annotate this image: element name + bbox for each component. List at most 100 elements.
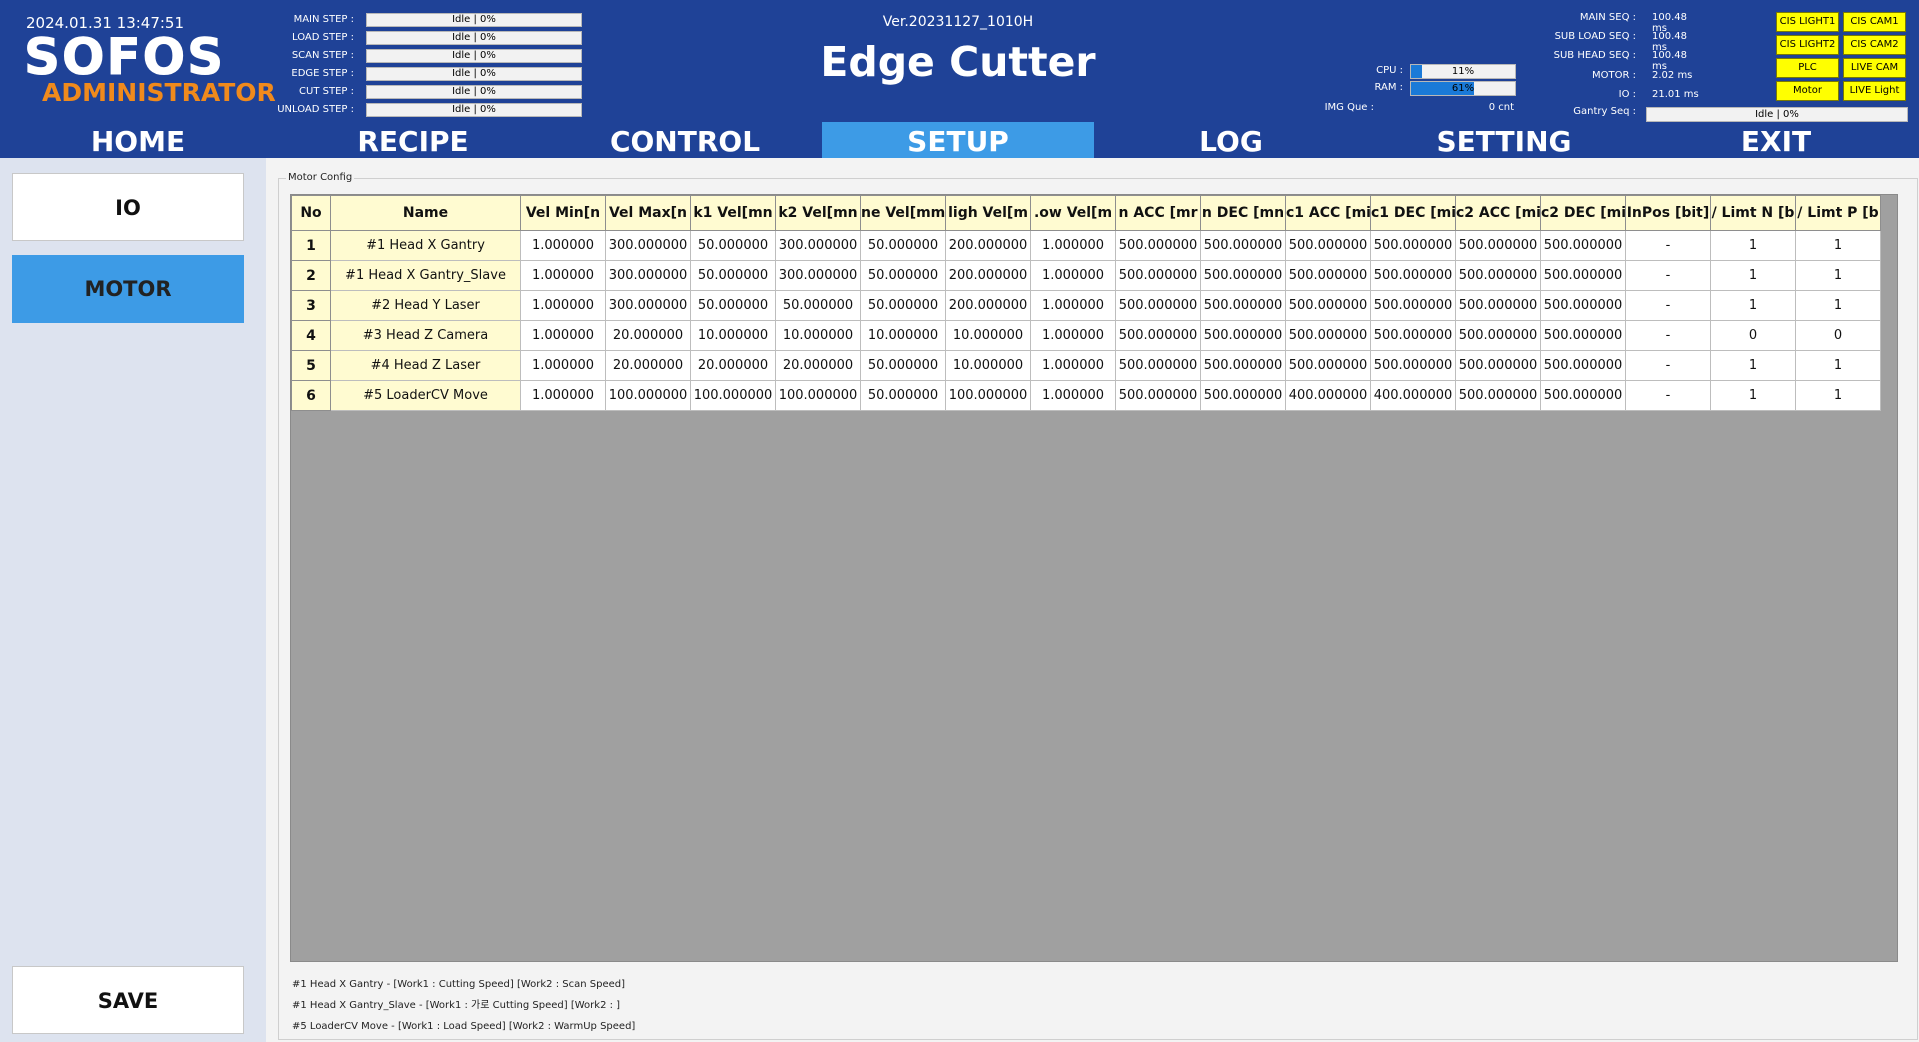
table-cell[interactable]: - bbox=[1625, 290, 1711, 321]
table-cell[interactable]: 50.000000 bbox=[690, 230, 776, 261]
table-cell[interactable]: 300.000000 bbox=[605, 290, 691, 321]
indicator-motor[interactable]: Motor bbox=[1776, 81, 1839, 101]
table-cell[interactable]: 10.000000 bbox=[775, 320, 861, 351]
column-header[interactable]: c2 DEC [mi bbox=[1540, 195, 1626, 231]
table-cell[interactable]: 500.000000 bbox=[1285, 320, 1371, 351]
table-cell[interactable]: 20.000000 bbox=[605, 350, 691, 381]
motor-name-cell[interactable]: #4 Head Z Laser bbox=[330, 350, 521, 381]
tab-setup[interactable]: SETUP bbox=[822, 122, 1094, 158]
motor-name-cell[interactable]: #1 Head X Gantry bbox=[330, 230, 521, 261]
motor-button[interactable]: MOTOR bbox=[12, 255, 244, 323]
column-header[interactable]: c1 DEC [mi bbox=[1370, 195, 1456, 231]
table-cell[interactable]: 1.000000 bbox=[520, 380, 606, 411]
row-number-cell[interactable]: 2 bbox=[291, 260, 331, 291]
column-header[interactable]: c2 ACC [mi bbox=[1455, 195, 1541, 231]
table-row[interactable]: 1 #1 Head X Gantry 1.000000 300.000000 50.00… bbox=[291, 230, 1881, 261]
table-cell[interactable]: 1.000000 bbox=[1030, 290, 1116, 321]
table-cell[interactable]: 500.000000 bbox=[1370, 260, 1456, 291]
table-cell[interactable]: 500.000000 bbox=[1540, 230, 1626, 261]
indicator-cis-cam2[interactable]: CIS CAM2 bbox=[1843, 35, 1906, 55]
column-header[interactable]: n ACC [mr bbox=[1115, 195, 1201, 231]
column-header[interactable]: Vel Min[n bbox=[520, 195, 606, 231]
table-cell[interactable]: 1 bbox=[1710, 380, 1796, 411]
table-cell[interactable]: 1 bbox=[1710, 230, 1796, 261]
table-cell[interactable]: 50.000000 bbox=[775, 290, 861, 321]
table-cell[interactable]: 1 bbox=[1710, 260, 1796, 291]
table-cell[interactable]: 200.000000 bbox=[945, 260, 1031, 291]
motor-name-cell[interactable]: #1 Head X Gantry_Slave bbox=[330, 260, 521, 291]
table-row[interactable]: 2 #1 Head X Gantry_Slave 1.000000 300.00000… bbox=[291, 260, 1881, 291]
save-button[interactable]: SAVE bbox=[12, 966, 244, 1034]
table-cell[interactable]: 1.000000 bbox=[1030, 230, 1116, 261]
table-cell[interactable]: 500.000000 bbox=[1370, 350, 1456, 381]
table-cell[interactable]: 500.000000 bbox=[1200, 230, 1286, 261]
table-cell[interactable]: 1.000000 bbox=[1030, 320, 1116, 351]
table-cell[interactable]: 1.000000 bbox=[1030, 260, 1116, 291]
table-cell[interactable]: 500.000000 bbox=[1115, 350, 1201, 381]
table-row[interactable]: 6 #5 LoaderCV Move 1.000000 100.000000 100.0… bbox=[291, 380, 1881, 411]
tab-exit[interactable]: EXIT bbox=[1640, 122, 1912, 158]
table-cell[interactable]: 1 bbox=[1795, 260, 1881, 291]
table-cell[interactable]: 500.000000 bbox=[1200, 290, 1286, 321]
table-cell[interactable]: 1.000000 bbox=[520, 350, 606, 381]
table-cell[interactable]: 50.000000 bbox=[860, 260, 946, 291]
table-cell[interactable]: 1 bbox=[1710, 290, 1796, 321]
column-header[interactable]: No bbox=[291, 195, 331, 231]
table-cell[interactable]: 500.000000 bbox=[1370, 320, 1456, 351]
indicator-cis-light1[interactable]: CIS LIGHT1 bbox=[1776, 12, 1839, 32]
table-cell[interactable]: 500.000000 bbox=[1540, 320, 1626, 351]
table-cell[interactable]: - bbox=[1625, 260, 1711, 291]
column-header[interactable]: k2 Vel[mn bbox=[775, 195, 861, 231]
table-cell[interactable]: 500.000000 bbox=[1200, 260, 1286, 291]
column-header[interactable]: / Limt P [b bbox=[1795, 195, 1881, 231]
motor-name-cell[interactable]: #3 Head Z Camera bbox=[330, 320, 521, 351]
table-cell[interactable]: 0 bbox=[1795, 320, 1881, 351]
table-cell[interactable]: 10.000000 bbox=[860, 320, 946, 351]
table-cell[interactable]: 500.000000 bbox=[1540, 380, 1626, 411]
table-cell[interactable]: 1.000000 bbox=[1030, 380, 1116, 411]
table-cell[interactable]: 50.000000 bbox=[860, 230, 946, 261]
table-cell[interactable]: 20.000000 bbox=[605, 320, 691, 351]
table-cell[interactable]: 1 bbox=[1710, 350, 1796, 381]
table-cell[interactable]: - bbox=[1625, 380, 1711, 411]
table-cell[interactable]: 1.000000 bbox=[520, 260, 606, 291]
table-row[interactable]: 5 #4 Head Z Laser 1.000000 20.000000 20.0000… bbox=[291, 350, 1881, 381]
table-cell[interactable]: 100.000000 bbox=[775, 380, 861, 411]
table-cell[interactable]: 500.000000 bbox=[1455, 320, 1541, 351]
row-number-cell[interactable]: 4 bbox=[291, 320, 331, 351]
table-cell[interactable]: 400.000000 bbox=[1370, 380, 1456, 411]
table-cell[interactable]: 1 bbox=[1795, 350, 1881, 381]
table-row[interactable]: 3 #2 Head Y Laser 1.000000 300.000000 50.000… bbox=[291, 290, 1881, 321]
table-cell[interactable]: 500.000000 bbox=[1370, 290, 1456, 321]
table-cell[interactable]: 500.000000 bbox=[1455, 350, 1541, 381]
table-cell[interactable]: 500.000000 bbox=[1285, 260, 1371, 291]
table-cell[interactable]: 300.000000 bbox=[775, 260, 861, 291]
table-cell[interactable]: 50.000000 bbox=[860, 380, 946, 411]
table-cell[interactable]: 1.000000 bbox=[520, 320, 606, 351]
column-header[interactable]: c1 ACC [mi bbox=[1285, 195, 1371, 231]
table-cell[interactable]: 300.000000 bbox=[605, 230, 691, 261]
table-cell[interactable]: 500.000000 bbox=[1455, 260, 1541, 291]
column-header[interactable]: Vel Max[n bbox=[605, 195, 691, 231]
table-cell[interactable]: 10.000000 bbox=[945, 350, 1031, 381]
table-cell[interactable]: 10.000000 bbox=[690, 320, 776, 351]
table-cell[interactable]: 500.000000 bbox=[1115, 320, 1201, 351]
tab-recipe[interactable]: RECIPE bbox=[277, 122, 549, 158]
indicator-cis-cam1[interactable]: CIS CAM1 bbox=[1843, 12, 1906, 32]
table-cell[interactable]: 0 bbox=[1710, 320, 1796, 351]
column-header[interactable]: / Limt N [b bbox=[1710, 195, 1796, 231]
table-cell[interactable]: - bbox=[1625, 320, 1711, 351]
table-cell[interactable]: 500.000000 bbox=[1540, 290, 1626, 321]
table-cell[interactable]: 200.000000 bbox=[945, 290, 1031, 321]
table-cell[interactable]: 50.000000 bbox=[690, 290, 776, 321]
table-cell[interactable]: 1.000000 bbox=[520, 290, 606, 321]
column-header[interactable]: InPos [bit] bbox=[1625, 195, 1711, 231]
table-cell[interactable]: 300.000000 bbox=[605, 260, 691, 291]
table-cell[interactable]: 50.000000 bbox=[860, 290, 946, 321]
table-cell[interactable]: 500.000000 bbox=[1115, 260, 1201, 291]
column-header[interactable]: Name bbox=[330, 195, 521, 231]
column-header[interactable]: .ow Vel[m bbox=[1030, 195, 1116, 231]
column-header[interactable]: ne Vel[mm bbox=[860, 195, 946, 231]
row-number-cell[interactable]: 6 bbox=[291, 380, 331, 411]
table-cell[interactable]: 20.000000 bbox=[775, 350, 861, 381]
